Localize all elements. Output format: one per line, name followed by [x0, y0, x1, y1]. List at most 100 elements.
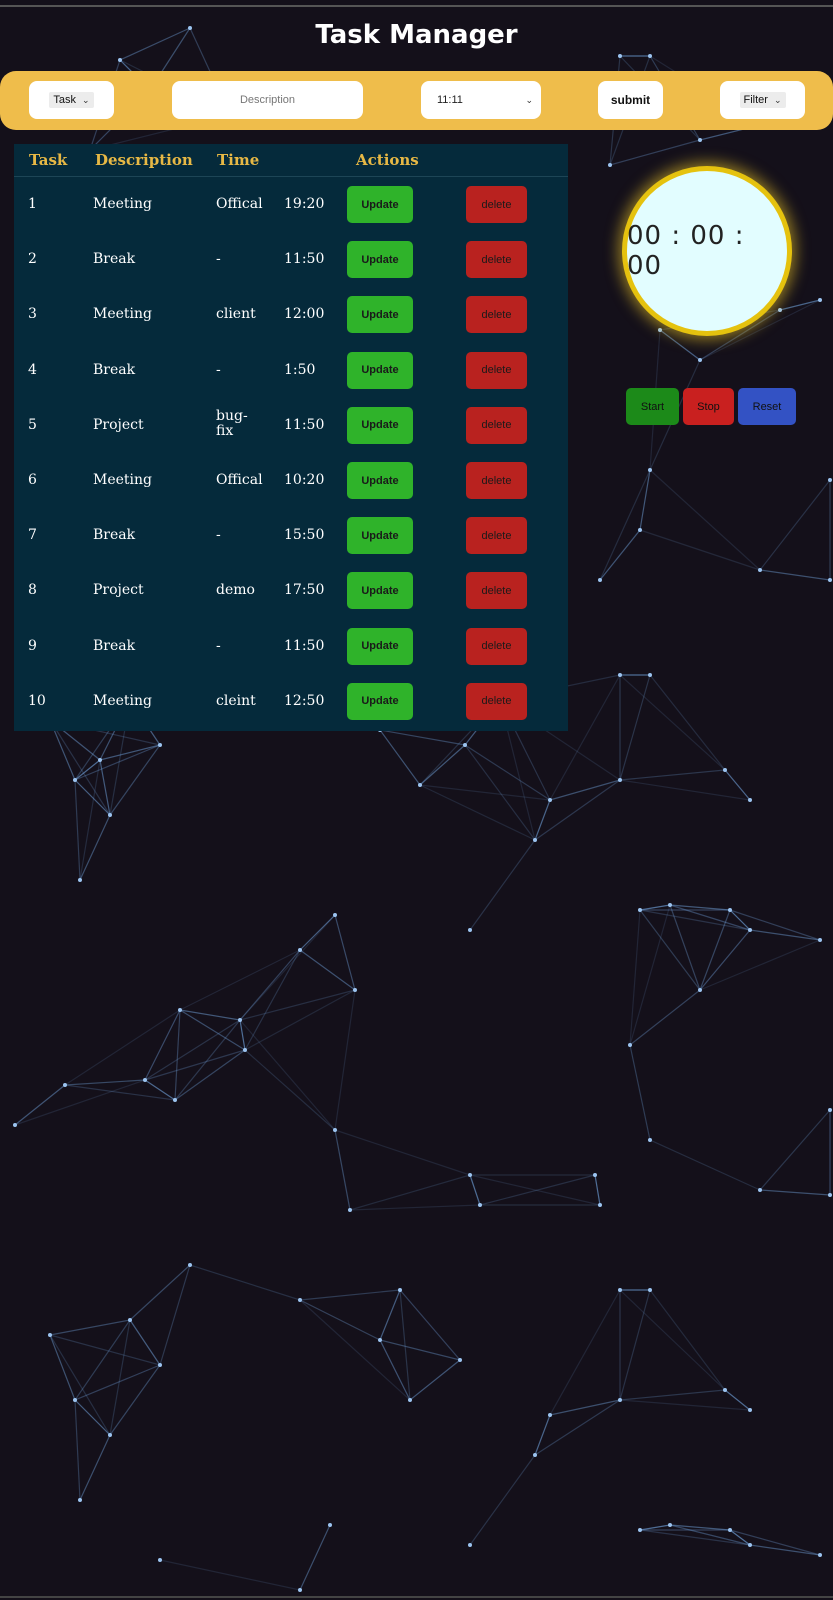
delete-button[interactable]: delete: [466, 517, 527, 555]
network-node: [748, 1408, 752, 1412]
cell-note: -: [216, 361, 221, 378]
cell-description: Meeting: [93, 472, 152, 488]
network-node: [128, 1318, 132, 1322]
network-line: [299, 1299, 411, 1401]
network-node: [648, 1138, 652, 1142]
delete-button[interactable]: delete: [466, 186, 527, 223]
network-node: [533, 1453, 537, 1457]
network-line: [469, 1174, 601, 1206]
network-node: [108, 813, 112, 817]
delete-button[interactable]: delete: [466, 627, 527, 665]
network-node: [698, 988, 702, 992]
toolbar: Task ⌄ Description 11:11 ⌄ submit Filter…: [0, 71, 833, 130]
network-node: [828, 478, 832, 482]
network-node: [728, 908, 732, 912]
network-line: [619, 1389, 726, 1401]
cell-description: Meeting: [93, 306, 152, 323]
time-select[interactable]: 11:11 ⌄: [421, 81, 541, 119]
network-line: [299, 1299, 381, 1341]
update-button[interactable]: Update: [347, 351, 413, 389]
network-line: [349, 1204, 481, 1211]
update-button[interactable]: Update: [347, 627, 413, 665]
network-node: [598, 578, 602, 582]
update-button[interactable]: Update: [347, 186, 413, 223]
cell-description: Break: [93, 527, 136, 544]
network-node: [418, 783, 422, 787]
network-node: [48, 1333, 52, 1337]
network-node: [78, 1498, 82, 1502]
update-button[interactable]: Update: [347, 241, 413, 279]
network-line: [619, 1289, 651, 1401]
update-button[interactable]: Update: [347, 517, 413, 555]
network-node: [463, 743, 467, 747]
update-button[interactable]: Update: [347, 296, 413, 334]
network-node: [598, 1203, 602, 1207]
network-line: [464, 744, 536, 841]
reset-button[interactable]: Reset: [738, 388, 796, 425]
network-line: [74, 759, 101, 781]
network-line: [159, 1559, 301, 1591]
header-description: Description: [95, 151, 193, 169]
network-node: [828, 1193, 832, 1197]
stopwatch-time: 00 : 00 : 00: [627, 221, 745, 281]
cell-task: 4: [28, 361, 37, 378]
start-button[interactable]: Start: [626, 388, 679, 425]
network-node: [748, 1543, 752, 1547]
network-line: [749, 929, 821, 941]
network-line: [639, 529, 761, 571]
delete-button[interactable]: delete: [466, 351, 527, 389]
update-button[interactable]: Update: [347, 572, 413, 610]
cell-task: 5: [28, 416, 37, 433]
delete-button[interactable]: delete: [466, 241, 527, 279]
network-node: [638, 1528, 642, 1532]
network-node: [618, 1398, 622, 1402]
cell-task: 1: [28, 196, 37, 212]
description-input[interactable]: Description: [172, 81, 363, 119]
network-node: [178, 1008, 182, 1012]
delete-button[interactable]: delete: [466, 296, 527, 334]
network-node: [668, 1523, 672, 1527]
network-node: [328, 1523, 332, 1527]
network-line: [144, 1019, 241, 1081]
network-line: [419, 744, 466, 786]
update-button[interactable]: Update: [347, 682, 413, 720]
network-line: [749, 1544, 821, 1556]
header-time: Time: [217, 151, 260, 169]
network-node: [348, 1208, 352, 1212]
delete-button[interactable]: delete: [466, 462, 527, 499]
table-row: 10 Meeting cleint 12:50 Update delete: [14, 674, 568, 729]
update-button[interactable]: Update: [347, 462, 413, 499]
network-node: [548, 798, 552, 802]
filter-select[interactable]: Filter ⌄: [720, 81, 805, 119]
description-placeholder: Description: [239, 94, 296, 106]
task-select[interactable]: Task ⌄: [29, 81, 114, 119]
cell-task: 8: [28, 582, 37, 599]
network-line: [759, 479, 831, 571]
network-node: [63, 1083, 67, 1087]
update-button[interactable]: Update: [347, 406, 413, 444]
network-line: [419, 784, 536, 841]
table-row: 2 Break - 11:50 Update delete: [14, 232, 568, 287]
cell-time: 17:50: [284, 582, 325, 599]
network-line: [759, 1189, 831, 1196]
cell-description: Project: [93, 582, 144, 599]
network-node: [698, 138, 702, 142]
network-node: [748, 798, 752, 802]
network-node: [73, 1398, 77, 1402]
delete-button[interactable]: delete: [466, 682, 527, 720]
network-line: [334, 1129, 471, 1176]
stop-button[interactable]: Stop: [683, 388, 734, 425]
cell-task: 6: [28, 472, 37, 488]
cell-task: 7: [28, 527, 37, 544]
chevron-down-icon: ⌄: [82, 94, 90, 105]
delete-button[interactable]: delete: [466, 406, 527, 444]
cell-description: Break: [93, 361, 136, 378]
cell-time: 11:50: [284, 416, 325, 433]
network-line: [239, 914, 336, 1021]
submit-button[interactable]: submit: [598, 81, 663, 119]
delete-button[interactable]: delete: [466, 572, 527, 610]
cell-description: Break: [93, 251, 136, 268]
network-line: [619, 769, 726, 781]
network-node: [78, 878, 82, 882]
cell-time: 15:50: [284, 527, 325, 544]
